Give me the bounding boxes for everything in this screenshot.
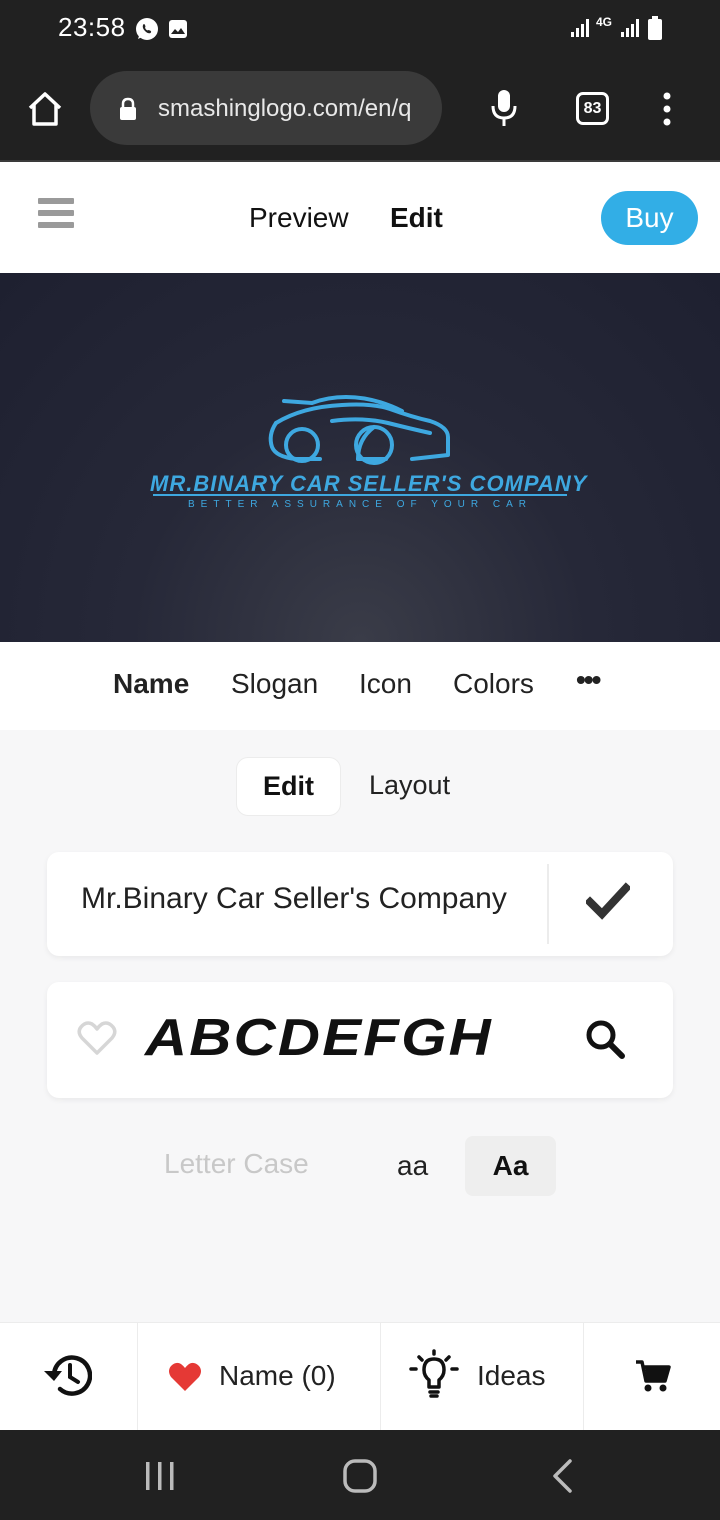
heart-outline-icon[interactable] <box>77 1020 117 1056</box>
divider <box>547 864 549 944</box>
cart-icon <box>636 1360 671 1392</box>
history-button[interactable] <box>0 1323 138 1431</box>
logo-preview: MR.BINARY CAR SELLER'S COMPANY BETTER AS… <box>0 273 720 642</box>
cart-button[interactable] <box>584 1323 720 1431</box>
gallery-icon <box>169 20 187 38</box>
status-bar: 23:58 4G <box>0 0 720 58</box>
logo-slogan: BETTER ASSURANCE OF YOUR CAR <box>188 499 532 510</box>
font-sample[interactable]: ABCDEFGH <box>145 1008 493 1068</box>
tab-slogan[interactable]: Slogan <box>231 668 318 700</box>
battery-icon <box>648 16 662 40</box>
edit-tab[interactable]: Edit <box>390 202 443 234</box>
history-icon <box>44 1355 92 1396</box>
recent-apps-icon[interactable] <box>143 1460 177 1492</box>
address-bar[interactable]: smashinglogo.com/en/q <box>90 71 442 145</box>
home-icon[interactable] <box>26 90 64 128</box>
back-icon[interactable] <box>550 1458 574 1494</box>
ideas-label: Ideas <box>477 1360 546 1391</box>
company-name-input[interactable] <box>81 882 521 916</box>
android-navigation-bar <box>0 1430 720 1520</box>
preview-tab[interactable]: Preview <box>249 202 349 234</box>
network-type: 4G <box>596 15 613 29</box>
search-icon[interactable] <box>584 1018 628 1062</box>
letter-case-capitalized[interactable]: Aa <box>465 1136 556 1196</box>
browser-toolbar: smashinglogo.com/en/q 83 <box>0 58 720 162</box>
letter-case-lowercase[interactable]: aa <box>397 1150 428 1182</box>
more-vert-icon[interactable] <box>660 92 674 126</box>
favorites-button[interactable]: Name (0) <box>138 1323 381 1431</box>
subtab-edit[interactable]: Edit <box>236 757 341 816</box>
status-time: 23:58 <box>58 12 126 42</box>
mic-icon[interactable] <box>488 88 520 130</box>
confirm-button[interactable] <box>550 852 673 956</box>
name-editor-card <box>47 852 673 956</box>
more-tabs-button[interactable]: ••• <box>576 664 601 696</box>
tab-icon[interactable]: Icon <box>359 668 412 700</box>
lock-icon <box>120 97 136 120</box>
bottom-toolbar: Name (0) Ideas <box>0 1322 720 1431</box>
lightbulb-icon <box>409 1349 459 1398</box>
app-header: Preview Edit Buy <box>0 162 720 273</box>
check-icon <box>586 882 630 920</box>
logo-divider <box>153 494 567 496</box>
letter-case-label: Letter Case <box>164 1148 309 1179</box>
tab-name[interactable]: Name <box>113 668 189 700</box>
whatsapp-icon <box>136 18 158 40</box>
tab-colors[interactable]: Colors <box>453 668 534 700</box>
buy-button[interactable]: Buy <box>601 191 698 245</box>
hamburger-menu-icon[interactable] <box>38 198 74 232</box>
car-logo-icon <box>268 395 450 465</box>
ideas-button[interactable]: Ideas <box>381 1323 584 1431</box>
heart-icon <box>169 1362 201 1391</box>
signal-icon <box>621 19 639 37</box>
url-text: smashinglogo.com/en/q <box>158 95 412 122</box>
section-tabs: Name Slogan Icon Colors ••• <box>0 642 720 730</box>
favorites-label: Name (0) <box>219 1360 336 1391</box>
subtab-layout[interactable]: Layout <box>369 770 450 801</box>
tab-switcher-button[interactable]: 83 <box>576 92 609 125</box>
home-nav-icon[interactable] <box>342 1458 378 1494</box>
font-picker-card: ABCDEFGH <box>47 982 673 1098</box>
signal-icon <box>571 19 589 37</box>
